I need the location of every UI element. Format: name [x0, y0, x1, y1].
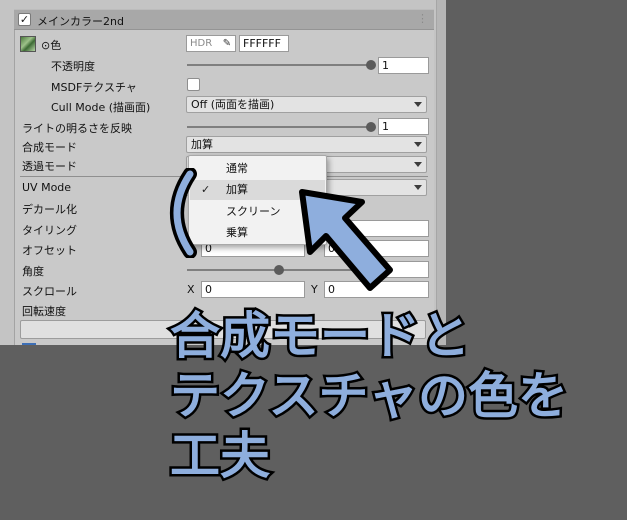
rotation-speed-label: 回転速度	[22, 305, 66, 318]
angle-slider-knob[interactable]	[274, 265, 284, 275]
uv-mode-label: UV Mode	[22, 181, 72, 194]
offset-label: オフセット	[22, 244, 77, 257]
hdr-label: HDR	[190, 38, 213, 49]
angle-label: 角度	[22, 265, 44, 278]
scroll-x-label: X	[187, 283, 195, 296]
light-value-input[interactable]: 1	[378, 118, 429, 135]
cull-mode-dropdown[interactable]: Off (両面を描画)	[186, 96, 427, 113]
chevron-down-icon	[414, 185, 422, 190]
tiling-label: タイリング	[22, 224, 77, 237]
chevron-down-icon	[414, 142, 422, 147]
light-slider-knob[interactable]	[366, 122, 376, 132]
decal-label: デカール化	[22, 203, 77, 216]
eyedropper-icon[interactable]: ✎	[221, 37, 233, 50]
opacity-slider-knob[interactable]	[366, 60, 376, 70]
light-reflect-label: ライトの明るさを反映	[22, 122, 132, 135]
bracket-annotation-icon	[170, 168, 197, 258]
blend-mode-value: 加算	[191, 138, 213, 151]
chevron-down-icon	[414, 102, 422, 107]
next-section-indicator	[22, 343, 36, 345]
opacity-slider-track[interactable]	[187, 64, 371, 66]
color-label: ⊙色	[41, 39, 62, 52]
caption-line-1: 合成モードと	[168, 306, 473, 367]
opacity-label: 不透明度	[51, 60, 95, 73]
hdr-color-field[interactable]: HDR ✎	[186, 35, 236, 52]
opacity-value-input[interactable]: 1	[378, 57, 429, 74]
msdf-texture-label: MSDFテクスチャ	[51, 81, 137, 94]
light-slider-track[interactable]	[187, 126, 371, 128]
caption-line-3: 工夫	[168, 426, 273, 487]
color-texture-thumbnail-icon[interactable]	[20, 36, 36, 52]
transparency-mode-label: 透過モード	[22, 160, 77, 173]
pointer-arrow-icon	[299, 189, 393, 291]
section-menu-icon[interactable]: ⋮	[417, 12, 428, 25]
msdf-texture-checkbox[interactable]	[187, 78, 200, 91]
cull-mode-value: Off (両面を描画)	[191, 98, 275, 111]
blend-mode-label: 合成モード	[22, 141, 77, 154]
panel-scrollbar[interactable]	[436, 0, 446, 345]
section-title: メインカラー2nd	[37, 15, 124, 28]
section-enable-checkbox[interactable]: ✓	[18, 13, 31, 26]
chevron-down-icon	[414, 162, 422, 167]
section-header[interactable]: ✓ メインカラー2nd ⋮	[14, 9, 434, 30]
caption-line-2: テクスチャの色を	[168, 366, 571, 427]
hex-color-input[interactable]: FFFFFF	[239, 35, 289, 52]
blend-mode-dropdown[interactable]: 加算	[186, 136, 427, 153]
cull-mode-label: Cull Mode (描画面)	[51, 101, 151, 114]
scroll-label: スクロール	[22, 285, 77, 298]
